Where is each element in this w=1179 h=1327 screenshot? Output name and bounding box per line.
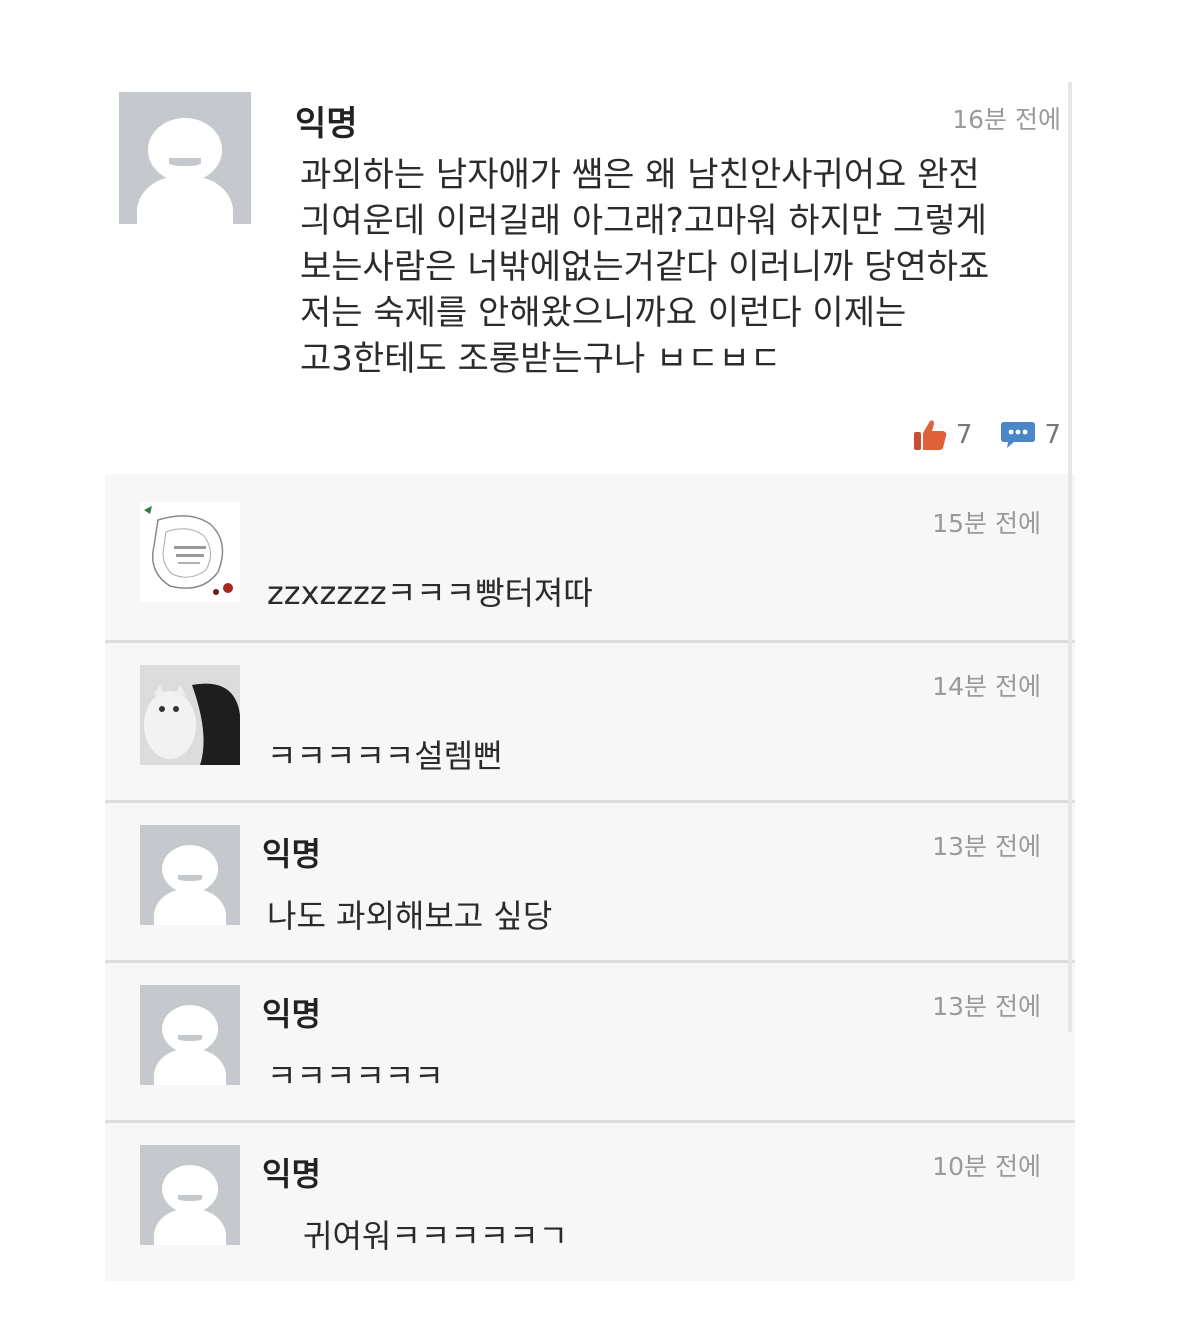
speech-bubble-icon[interactable] [1000, 420, 1036, 450]
comment-time: 14분 전에 [932, 672, 1041, 701]
post-body-line: 긔여운데 이러길래 아그래?고마워 하지만 그렇게 [300, 201, 987, 241]
post-body-line: 고3한테도 조롱받는구나 ㅂㄷㅂㄷ [300, 339, 782, 379]
comment-text: 귀여워ㅋㅋㅋㅋㅋㄱ [303, 1217, 568, 1255]
post-card: 익명 16분 전에 과외하는 남자애가 쌤은 왜 남친안사귀어요 완전 긔여운데… [105, 82, 1075, 474]
anonymous-avatar[interactable] [140, 825, 240, 925]
cat-photo-avatar[interactable] [140, 665, 240, 765]
comment-item: 익명 13분 전에 ㅋㅋㅋㅋㅋㅋ [105, 960, 1075, 1121]
like-count: 7 [955, 420, 973, 450]
comment-time: 13분 전에 [932, 992, 1041, 1021]
comment-item: 익명 10분 전에 귀여워ㅋㅋㅋㅋㅋㄱ [105, 1120, 1075, 1281]
comment-time: 10분 전에 [932, 1152, 1041, 1181]
post-body-line: 저는 숙제를 안해왔으니까요 이런다 이제는 [300, 293, 907, 333]
post-stats: 7 7 [912, 418, 1061, 452]
book-cover-image [140, 502, 240, 602]
thumbs-up-icon[interactable] [912, 418, 948, 452]
comment-item: 15분 전에 zzxzzzzㅋㅋㅋ빵터져따 [105, 480, 1075, 638]
comment-feed: 익명 16분 전에 과외하는 남자애가 쌤은 왜 남친안사귀어요 완전 긔여운데… [105, 82, 1075, 1281]
post-body-line: 과외하는 남자애가 쌤은 왜 남친안사귀어요 완전 [300, 155, 980, 195]
comment-author: 익명 [262, 835, 321, 873]
book-cover-avatar[interactable] [140, 502, 240, 602]
comment-item: 14분 전에 ㅋㅋㅋㅋㅋ설렘뻔 [105, 640, 1075, 801]
comment-time: 15분 전에 [932, 509, 1041, 538]
comment-text: zzxzzzzㅋㅋㅋ빵터져따 [267, 574, 593, 612]
anonymous-avatar[interactable] [119, 92, 251, 224]
post-body-line: 보는사람은 너밖에없는거같다 이러니까 당연하죠 [300, 247, 990, 287]
comment-text: ㅋㅋㅋㅋㅋ설렘뻔 [267, 737, 503, 775]
post-body: 과외하는 남자애가 쌤은 왜 남친안사귀어요 완전 긔여운데 이러길래 아그래?… [300, 152, 1060, 382]
comment-time: 13분 전에 [932, 832, 1041, 861]
comment-count: 7 [1044, 420, 1061, 450]
comment-author: 익명 [262, 1155, 321, 1193]
scrollbar[interactable] [1068, 82, 1072, 1032]
comment-author: 익명 [262, 995, 321, 1033]
anonymous-avatar[interactable] [140, 985, 240, 1085]
post-author: 익명 [295, 104, 358, 144]
cat-photo-image [140, 665, 240, 765]
post-time: 16분 전에 [952, 105, 1061, 134]
comment-text: ㅋㅋㅋㅋㅋㅋ [267, 1057, 444, 1095]
comment-text: 나도 과외해보고 싶당 [267, 897, 553, 935]
comment-item: 익명 13분 전에 나도 과외해보고 싶당 [105, 800, 1075, 961]
anonymous-avatar[interactable] [140, 1145, 240, 1245]
